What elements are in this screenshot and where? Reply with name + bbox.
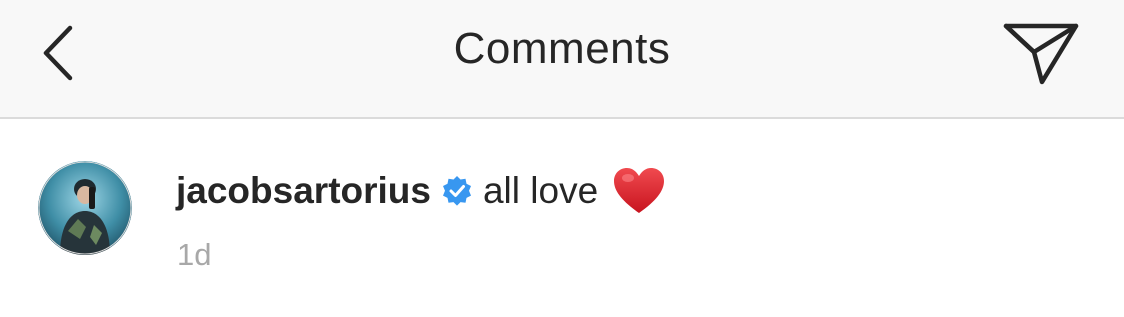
verified-badge-icon [441,175,473,207]
username-link[interactable]: jacobsartorius [176,170,431,212]
page-title: Comments [453,24,671,73]
heart-icon [612,166,666,216]
comment-timestamp: 1d [177,237,212,272]
comment-text: all love [482,170,599,211]
profile-photo [38,161,132,255]
paper-plane-icon [1003,23,1079,85]
avatar[interactable] [38,161,132,255]
share-button[interactable] [1000,18,1084,88]
comment-item: jacobsartorius all love 1d [0,119,1124,317]
header-bar: Comments [0,0,1124,119]
comment-content: jacobsartorius all love [176,163,666,219]
